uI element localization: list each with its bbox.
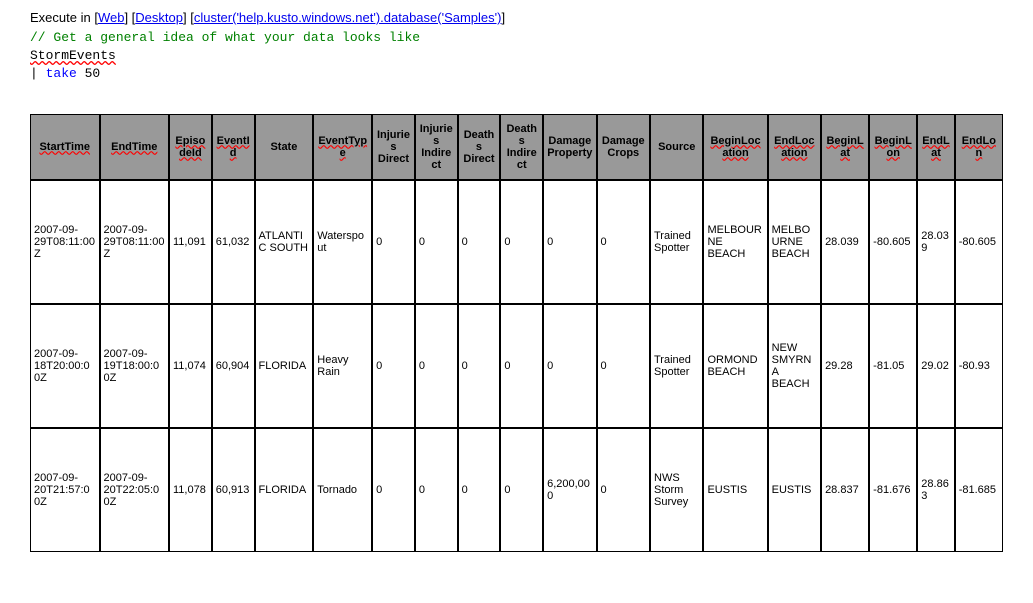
code-comment: // Get a general idea of what your data … xyxy=(30,29,1003,47)
table-cell[interactable]: 0 xyxy=(500,428,543,552)
header-eventid[interactable]: EventId xyxy=(212,114,255,180)
code-table: StormEvents xyxy=(30,47,1003,65)
table-cell[interactable]: 2007-09-20T21:57:00Z xyxy=(30,428,100,552)
table-cell[interactable]: 0 xyxy=(458,180,501,304)
header-endlon[interactable]: EndLon xyxy=(955,114,1003,180)
table-cell[interactable]: 28.863 xyxy=(917,428,954,552)
table-cell[interactable]: 0 xyxy=(500,304,543,428)
table-cell[interactable]: 60,904 xyxy=(212,304,255,428)
table-cell[interactable]: 0 xyxy=(597,304,650,428)
table-cell[interactable]: Trained Spotter xyxy=(650,304,703,428)
table-row: 2007-09-29T08:11:00Z2007-09-29T08:11:00Z… xyxy=(30,180,1003,304)
table-row: 2007-09-18T20:00:00Z2007-09-19T18:00:00Z… xyxy=(30,304,1003,428)
table-cell[interactable]: 0 xyxy=(458,304,501,428)
table-cell[interactable]: FLORIDA xyxy=(255,304,314,428)
table-cell[interactable]: 0 xyxy=(372,180,415,304)
table-cell[interactable]: NEW SMYRNA BEACH xyxy=(768,304,821,428)
header-episodeid[interactable]: EpisodeId xyxy=(169,114,212,180)
table-cell[interactable]: -81.685 xyxy=(955,428,1003,552)
table-cell[interactable]: 11,074 xyxy=(169,304,212,428)
table-cell[interactable]: MELBOURNE BEACH xyxy=(703,180,767,304)
execute-line: Execute in [Web] [Desktop] [cluster('hel… xyxy=(30,10,1003,25)
table-cell[interactable]: 0 xyxy=(543,304,596,428)
table-cell[interactable]: -81.676 xyxy=(869,428,917,552)
header-beginlon[interactable]: BeginLon xyxy=(869,114,917,180)
header-beginlocation[interactable]: BeginLocation xyxy=(703,114,767,180)
table-cell[interactable]: MELBOURNE BEACH xyxy=(768,180,821,304)
table-cell[interactable]: 28.039 xyxy=(821,180,869,304)
table-cell[interactable]: 0 xyxy=(597,180,650,304)
table-cell[interactable]: ATLANTIC SOUTH xyxy=(255,180,314,304)
table-cell[interactable]: 2007-09-19T18:00:00Z xyxy=(100,304,170,428)
table-cell[interactable]: 0 xyxy=(372,304,415,428)
table-cell[interactable]: 6,200,000 xyxy=(543,428,596,552)
link-desktop[interactable]: Desktop xyxy=(135,10,183,25)
table-cell[interactable]: 0 xyxy=(543,180,596,304)
table-cell[interactable]: 0 xyxy=(415,180,458,304)
table-cell[interactable]: 28.837 xyxy=(821,428,869,552)
table-cell[interactable]: 61,032 xyxy=(212,180,255,304)
table-cell[interactable]: Waterspout xyxy=(313,180,372,304)
code-take: | take 50 xyxy=(30,65,1003,83)
header-endlat[interactable]: EndLat xyxy=(917,114,954,180)
table-cell[interactable]: 2007-09-29T08:11:00Z xyxy=(30,180,100,304)
table-cell[interactable]: -80.93 xyxy=(955,304,1003,428)
table-cell[interactable]: 0 xyxy=(500,180,543,304)
header-endlocation[interactable]: EndLocation xyxy=(768,114,821,180)
table-cell[interactable]: 60,913 xyxy=(212,428,255,552)
header-deathsdirect[interactable]: Deaths Direct xyxy=(458,114,501,180)
table-cell[interactable]: 28.039 xyxy=(917,180,954,304)
header-damagecrops[interactable]: Damage Crops xyxy=(597,114,650,180)
table-cell[interactable]: Trained Spotter xyxy=(650,180,703,304)
table-cell[interactable]: EUSTIS xyxy=(768,428,821,552)
table-cell[interactable]: 0 xyxy=(415,428,458,552)
link-cluster[interactable]: cluster('help.kusto.windows.net').databa… xyxy=(194,10,502,25)
table-cell[interactable]: 0 xyxy=(415,304,458,428)
table-cell[interactable]: 0 xyxy=(458,428,501,552)
table-cell[interactable]: 11,091 xyxy=(169,180,212,304)
table-cell[interactable]: Heavy Rain xyxy=(313,304,372,428)
header-eventtype[interactable]: EventType xyxy=(313,114,372,180)
table-header-row: StartTime EndTime EpisodeId EventId Stat… xyxy=(30,114,1003,180)
table-cell[interactable]: 0 xyxy=(597,428,650,552)
table-cell[interactable]: ORMOND BEACH xyxy=(703,304,767,428)
table-cell[interactable]: 29.28 xyxy=(821,304,869,428)
table-cell[interactable]: -80.605 xyxy=(955,180,1003,304)
header-injindirect[interactable]: Injuries Indirect xyxy=(415,114,458,180)
header-state[interactable]: State xyxy=(255,114,314,180)
execute-label: Execute in [ xyxy=(30,10,98,25)
table-row: 2007-09-20T21:57:00Z2007-09-20T22:05:00Z… xyxy=(30,428,1003,552)
header-damageproperty[interactable]: Damage Property xyxy=(543,114,596,180)
header-starttime[interactable]: StartTime xyxy=(30,114,100,180)
table-cell[interactable]: 0 xyxy=(372,428,415,552)
header-deathsindirect[interactable]: Deaths Indirect xyxy=(500,114,543,180)
header-endtime[interactable]: EndTime xyxy=(100,114,170,180)
table-cell[interactable]: -81.05 xyxy=(869,304,917,428)
table-cell[interactable]: EUSTIS xyxy=(703,428,767,552)
table-cell[interactable]: Tornado xyxy=(313,428,372,552)
table-cell[interactable]: -80.605 xyxy=(869,180,917,304)
link-web[interactable]: Web xyxy=(98,10,125,25)
table-cell[interactable]: 2007-09-29T08:11:00Z xyxy=(100,180,170,304)
table-cell[interactable]: 2007-09-18T20:00:00Z xyxy=(30,304,100,428)
header-beginlat[interactable]: BeginLat xyxy=(821,114,869,180)
results-table: StartTime EndTime EpisodeId EventId Stat… xyxy=(30,114,1003,552)
table-cell[interactable]: 2007-09-20T22:05:00Z xyxy=(100,428,170,552)
table-cell[interactable]: 11,078 xyxy=(169,428,212,552)
header-source[interactable]: Source xyxy=(650,114,703,180)
table-cell[interactable]: 29.02 xyxy=(917,304,954,428)
table-cell[interactable]: NWS Storm Survey xyxy=(650,428,703,552)
header-injdirect[interactable]: Injuries Direct xyxy=(372,114,415,180)
table-cell[interactable]: FLORIDA xyxy=(255,428,314,552)
